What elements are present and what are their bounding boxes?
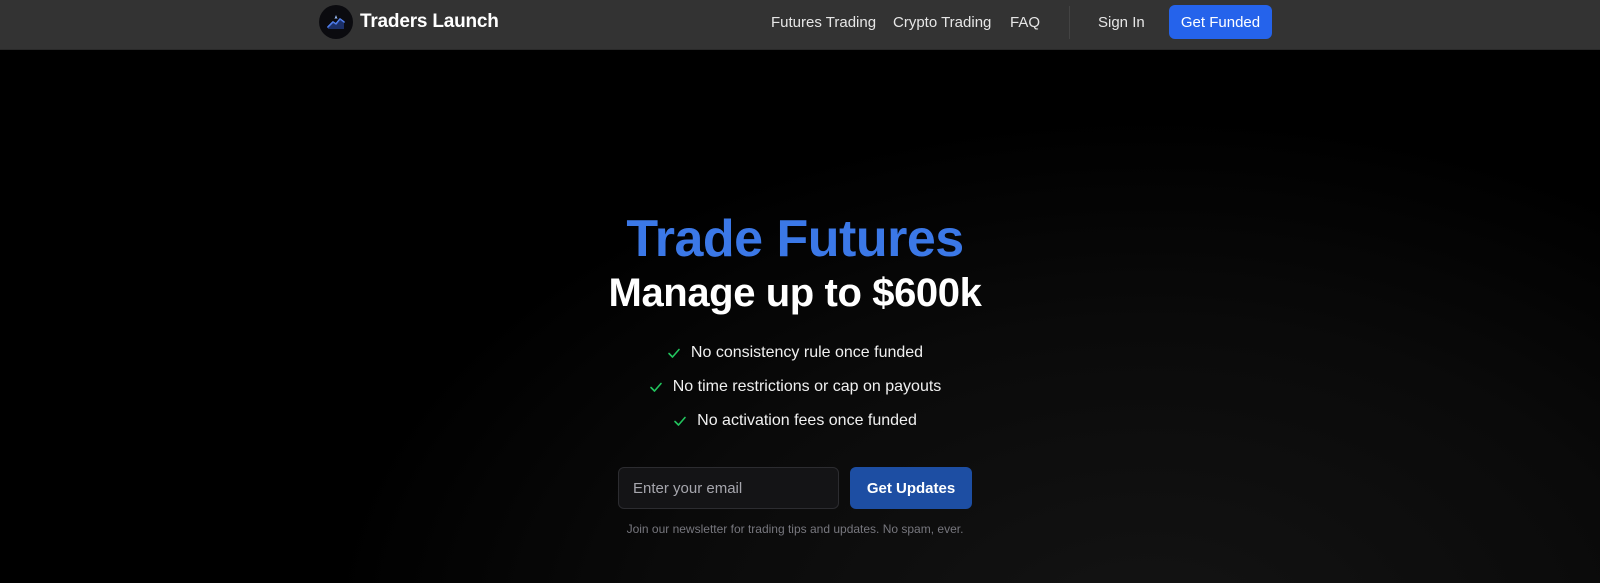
hero-subtitle: Manage up to $600k	[608, 271, 982, 315]
email-input[interactable]	[618, 467, 839, 509]
check-icon	[667, 346, 681, 360]
feature-item: No consistency rule once funded	[0, 336, 1590, 370]
feature-text: No activation fees once funded	[697, 412, 917, 429]
feature-text: No consistency rule once funded	[690, 344, 924, 361]
hero-title: Trade Futures	[626, 210, 964, 268]
feature-item: No activation fees once funded	[0, 404, 1590, 438]
get-funded-button[interactable]: Get Funded	[1169, 5, 1272, 39]
feature-text: No time restrictions or cap on payouts	[672, 378, 942, 395]
main-nav: Futures Trading Crypto Trading FAQ Sign …	[0, 0, 1600, 50]
get-updates-button[interactable]: Get Updates	[850, 467, 972, 509]
newsletter-note: Join our newsletter for trading tips and…	[626, 522, 964, 536]
feature-list: No consistency rule once funded No time …	[0, 336, 1590, 438]
nav-futures-trading[interactable]: Futures Trading	[771, 13, 876, 33]
nav-crypto-trading[interactable]: Crypto Trading	[893, 13, 991, 33]
check-icon	[649, 380, 663, 394]
site-header: Traders Launch Futures Trading Crypto Tr…	[0, 0, 1600, 50]
nav-faq[interactable]: FAQ	[1010, 13, 1040, 33]
check-icon	[673, 414, 687, 428]
nav-divider	[1069, 6, 1070, 39]
landing-page: Traders Launch Futures Trading Crypto Tr…	[0, 0, 1600, 583]
sign-in-link[interactable]: Sign In	[1098, 13, 1145, 33]
feature-item: No time restrictions or cap on payouts	[0, 370, 1590, 404]
